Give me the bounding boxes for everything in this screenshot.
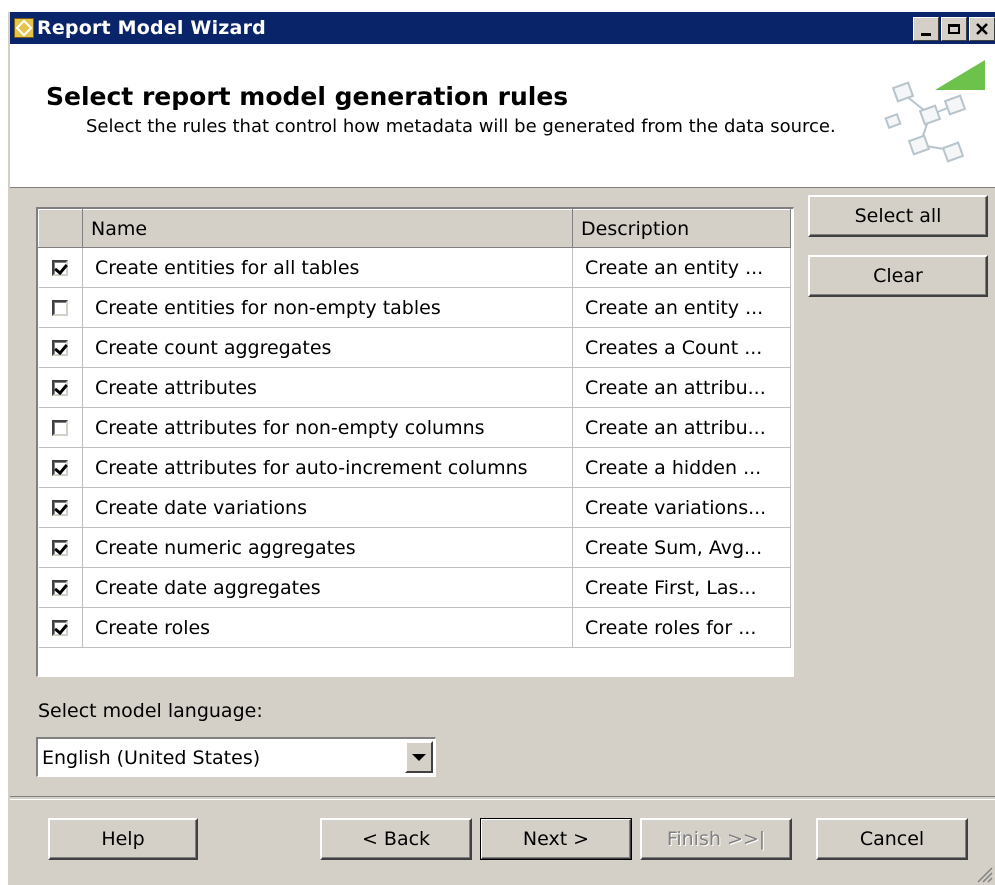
rules-grid[interactable]: Name Description Create entities for all… [36, 207, 794, 677]
wizard-app-icon [14, 18, 34, 38]
finish-label: Finish >>| [666, 828, 766, 850]
table-row[interactable]: Create date aggregates Create First, Las.… [38, 567, 791, 608]
table-row[interactable]: Create attributes for non-empty columns C… [38, 407, 791, 448]
wizard-window: Report Model Wizard Select report model … [8, 12, 995, 885]
finish-button[interactable]: Finish >>| [640, 818, 792, 860]
rule-description-cell[interactable]: Create a hidden ... [572, 447, 791, 488]
cancel-button[interactable]: Cancel [816, 818, 968, 860]
rule-description-cell[interactable]: Create Sum, Avg... [572, 527, 791, 568]
grid-header-checkbox[interactable] [38, 209, 83, 248]
rule-name-cell[interactable]: Create count aggregates [82, 327, 573, 368]
rule-description-cell[interactable]: Create an entity ... [572, 247, 791, 288]
close-button[interactable] [969, 17, 995, 41]
rule-checkbox-cell[interactable] [38, 367, 83, 408]
close-icon [976, 23, 988, 35]
rule-checkbox[interactable] [52, 420, 69, 436]
dropdown-arrow-icon[interactable] [405, 741, 433, 773]
rule-name-cell[interactable]: Create date variations [82, 487, 573, 528]
help-button[interactable]: Help [48, 818, 198, 860]
rule-name-cell[interactable]: Create attributes [82, 367, 573, 408]
help-label: Help [101, 828, 145, 850]
rule-checkbox[interactable] [52, 460, 69, 476]
table-row[interactable]: Create attributes Create an attribu... [38, 367, 791, 408]
rule-description-cell[interactable]: Create First, Las... [572, 567, 791, 608]
model-language-label: Select model language: [38, 700, 263, 722]
rule-checkbox[interactable] [52, 540, 69, 556]
model-language-value: English (United States) [42, 747, 261, 769]
rule-name-cell[interactable]: Create attributes for auto-increment col… [82, 447, 573, 488]
footer-separator [10, 796, 995, 800]
rule-checkbox-cell[interactable] [38, 407, 83, 448]
grid-header-name[interactable]: Name [82, 209, 573, 248]
rule-checkbox-cell[interactable] [38, 327, 83, 368]
rule-checkbox-cell[interactable] [38, 487, 83, 528]
rule-description-cell[interactable]: Creates a Count ... [572, 327, 791, 368]
rule-name-cell[interactable]: Create roles [82, 607, 573, 648]
table-row[interactable]: Create entities for non-empty tables Crea… [38, 287, 791, 328]
table-row[interactable]: Create date variations Create variations.… [38, 487, 791, 528]
rules-grid-body: Create entities for all tables Create an … [38, 247, 791, 648]
clear-button[interactable]: Clear [808, 255, 988, 297]
rule-checkbox-cell[interactable] [38, 247, 83, 288]
rule-checkbox-cell[interactable] [38, 567, 83, 608]
rule-checkbox[interactable] [52, 340, 69, 356]
window-controls [913, 17, 995, 41]
rule-description-cell[interactable]: Create roles for ... [572, 607, 791, 648]
table-row[interactable]: Create entities for all tables Create an … [38, 247, 791, 288]
title-bar[interactable]: Report Model Wizard [10, 12, 995, 44]
rule-name-cell[interactable]: Create date aggregates [82, 567, 573, 608]
table-row[interactable]: Create attributes for auto-increment col… [38, 447, 791, 488]
rule-checkbox[interactable] [52, 260, 69, 276]
minimize-button[interactable] [913, 17, 939, 41]
rule-checkbox-cell[interactable] [38, 447, 83, 488]
table-row[interactable]: Create roles Create roles for ... [38, 607, 791, 648]
back-button[interactable]: < Back [320, 818, 472, 860]
table-row[interactable]: Create count aggregates Creates a Count .… [38, 327, 791, 368]
rule-name-cell[interactable]: Create attributes for non-empty columns [82, 407, 573, 448]
select-all-label: Select all [854, 205, 942, 227]
next-label: Next > [522, 828, 590, 850]
back-label: < Back [361, 828, 431, 850]
rule-checkbox[interactable] [52, 620, 69, 636]
wizard-header: Select report model generation rules Sel… [10, 44, 995, 188]
rule-checkbox-cell[interactable] [38, 527, 83, 568]
model-language-dropdown[interactable]: English (United States) [36, 737, 436, 777]
rule-description-cell[interactable]: Create an attribu... [572, 407, 791, 448]
rule-description-cell[interactable]: Create variations... [572, 487, 791, 528]
table-row[interactable]: Create numeric aggregates Create Sum, Avg… [38, 527, 791, 568]
grid-header-description[interactable]: Description [572, 209, 791, 248]
rule-description-cell[interactable]: Create an entity ... [572, 287, 791, 328]
window-title: Report Model Wizard [37, 17, 266, 39]
rule-checkbox[interactable] [52, 500, 69, 516]
next-button[interactable]: Next > [480, 818, 632, 860]
page-title: Select report model generation rules [46, 82, 569, 111]
rule-checkbox[interactable] [52, 580, 69, 596]
rule-checkbox[interactable] [52, 380, 69, 396]
rule-description-cell[interactable]: Create an attribu... [572, 367, 791, 408]
rule-checkbox[interactable] [52, 300, 69, 316]
rule-name-cell[interactable]: Create numeric aggregates [82, 527, 573, 568]
clear-label: Clear [873, 265, 923, 287]
rule-name-cell[interactable]: Create entities for non-empty tables [82, 287, 573, 328]
resize-grip-icon[interactable] [973, 863, 993, 883]
page-description: Select the rules that control how metada… [86, 116, 836, 137]
select-all-button[interactable]: Select all [808, 195, 988, 237]
cancel-label: Cancel [859, 828, 925, 850]
maximize-button[interactable] [941, 17, 967, 41]
rule-checkbox-cell[interactable] [38, 287, 83, 328]
report-model-graphic-icon [884, 60, 985, 163]
rule-checkbox-cell[interactable] [38, 607, 83, 648]
rule-name-cell[interactable]: Create entities for all tables [82, 247, 573, 288]
